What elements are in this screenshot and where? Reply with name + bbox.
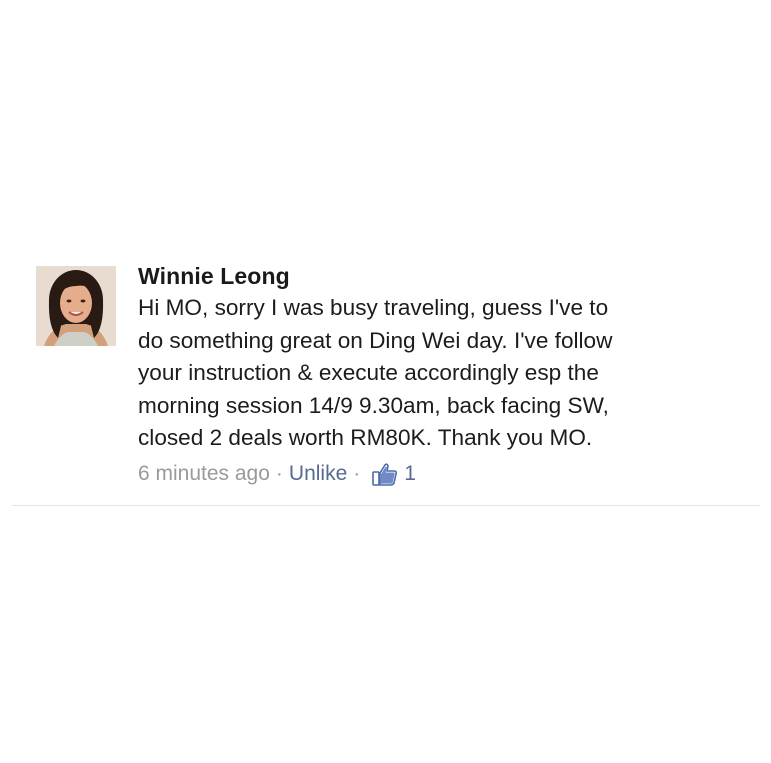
author-name[interactable]: Winnie Leong [138, 262, 758, 290]
comment-text-line: do something great on Ding Wei day. I've… [138, 327, 613, 353]
comment-text-line: morning session 14/9 9.30am, back facing… [138, 392, 609, 418]
separator: · [275, 461, 283, 485]
comment-text-line: your instruction & execute accordingly e… [138, 360, 599, 385]
avatar[interactable] [36, 266, 116, 346]
comment-meta: 6 minutes ago · Unlike · 1 [138, 459, 758, 489]
like-count[interactable]: 1 [404, 459, 416, 489]
thumbs-up-icon[interactable] [372, 462, 398, 486]
avatar-photo [36, 266, 116, 346]
comment-text-line: closed 2 deals worth RM80K. Thank you MO… [138, 425, 593, 450]
separator: · [353, 461, 361, 485]
unlike-link[interactable]: Unlike [289, 459, 347, 489]
comment-body: Winnie Leong Hi MO, sorry I was busy tra… [138, 262, 758, 489]
comment-text: Hi MO, sorry I was busy traveling, guess… [138, 292, 758, 455]
divider [12, 505, 760, 506]
comment-text-line: Hi MO, sorry I was busy traveling, guess… [138, 295, 609, 320]
timestamp[interactable]: 6 minutes ago [138, 459, 270, 489]
